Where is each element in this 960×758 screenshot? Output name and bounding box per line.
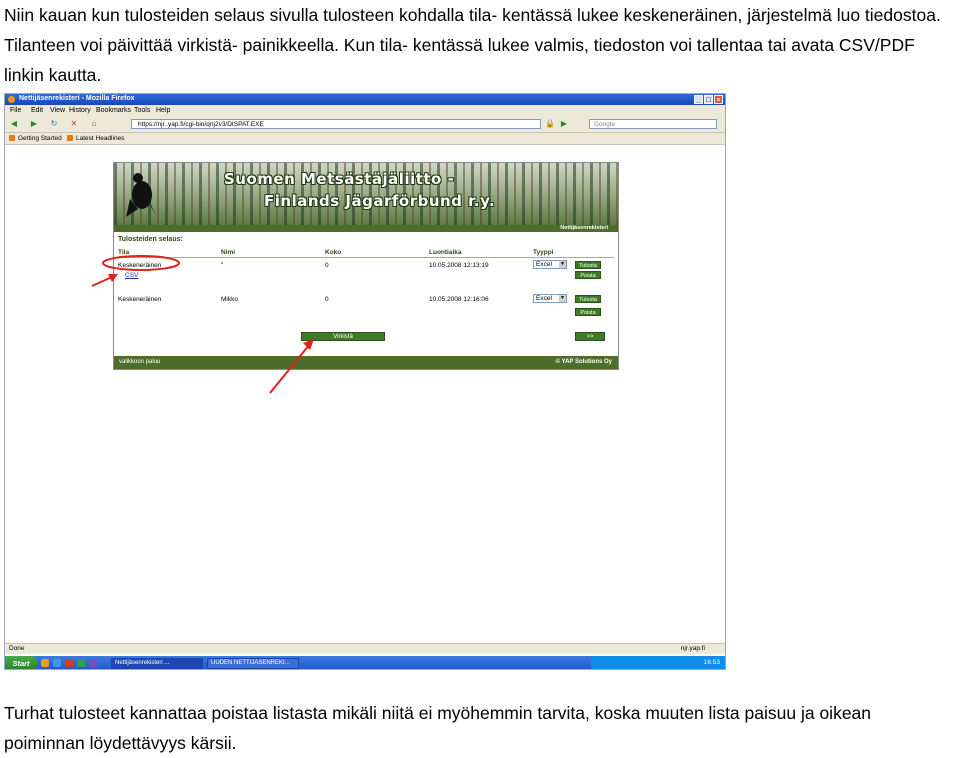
back-to-menu-link[interactable]: valikkoon paluu [119, 359, 160, 365]
row2-type-select[interactable]: Excel ▼ [533, 294, 567, 303]
reload-icon[interactable]: ↻ [49, 119, 59, 129]
intro-paragraph: Niin kauan kun tulosteiden selaus sivull… [4, 5, 941, 85]
csv-link[interactable]: CSV [125, 272, 138, 279]
capercaillie-logo-icon [126, 173, 156, 217]
section-title: Tulosteiden selaus: [118, 236, 183, 243]
search-input[interactable]: Google [589, 119, 717, 129]
row1-nimi: " [221, 262, 224, 269]
title-bar: Nettijäsenrekisteri - Mozilla Firefox _ … [5, 94, 725, 105]
row1-print-button[interactable]: Tulosta [575, 261, 601, 269]
system-tray: 16:53 [591, 656, 725, 669]
quicklaunch-icon[interactable] [65, 659, 73, 667]
menu-bar: File Edit View History Bookmarks Tools H… [5, 105, 725, 116]
chevron-down-icon: ▼ [559, 295, 566, 302]
windows-taskbar: Start Nettijäsenrekisteri ... UUDEN NETT… [5, 656, 725, 669]
browser-window-screenshot: Nettijäsenrekisteri - Mozilla Firefox _ … [4, 93, 726, 670]
bookmarks-toolbar: Getting Started Latest Headlines [5, 133, 725, 145]
forward-icon[interactable]: ▶ [29, 119, 39, 129]
quicklaunch-icon[interactable] [53, 659, 61, 667]
start-button[interactable]: Start [5, 656, 37, 669]
status-bar: Done njr.yap.fi [5, 643, 725, 654]
navigation-toolbar: ◀ ▶ ↻ ✕ ⌂ https://njr..yap.fi/cgi-bin/qn… [5, 116, 725, 133]
outro-paragraph: Turhat tulosteet kannattaa poistaa lista… [4, 703, 872, 753]
go-icon[interactable]: ▶ [559, 119, 569, 129]
quicklaunch-icon[interactable] [89, 659, 97, 667]
row1-luontiaika: 10.05.2008 12:13:19 [429, 262, 489, 269]
col-header-tila: Tila [118, 249, 130, 256]
status-text: Done [9, 645, 25, 652]
menu-bookmarks[interactable]: Bookmarks [96, 107, 131, 114]
refresh-button[interactable]: Virkistä [301, 332, 385, 341]
menu-edit[interactable]: Edit [31, 107, 43, 114]
quicklaunch-icon[interactable] [77, 659, 85, 667]
quicklaunch-icon[interactable] [41, 659, 49, 667]
lock-icon: 🔒 [545, 119, 555, 128]
menu-view[interactable]: View [50, 107, 65, 114]
row2-print-button[interactable]: Tulosta [575, 295, 601, 303]
menu-help[interactable]: Help [156, 107, 170, 114]
back-icon[interactable]: ◀ [9, 119, 19, 129]
bookmark-getting-started[interactable]: Getting Started [9, 135, 62, 142]
url-bar[interactable]: https://njr..yap.fi/cgi-bin/qnj2v3/DISPA… [131, 119, 541, 129]
row2-koko: 0 [325, 296, 329, 303]
bookmark-icon [9, 135, 15, 142]
row2-luontiaika: 10.05.2008 12:16:06 [429, 296, 489, 303]
maximize-icon[interactable]: □ [704, 95, 713, 104]
chevron-down-icon: ▼ [559, 261, 566, 268]
user-bar: Nettijäsenrekisteri [114, 225, 618, 232]
banner-title: Suomen Metsästäjäliitto - Finlands Jägar… [224, 170, 496, 210]
status-host: njr.yap.fi [680, 645, 705, 652]
banner-image: Suomen Metsästäjäliitto - Finlands Jägar… [114, 163, 618, 225]
stop-icon[interactable]: ✕ [69, 119, 79, 129]
copyright: © YAP Solutions Oy [555, 359, 612, 365]
menu-file[interactable]: File [10, 107, 21, 114]
row1-delete-button[interactable]: Poista [575, 271, 601, 279]
menu-history[interactable]: History [69, 107, 91, 114]
col-header-nimi: Nimi [221, 249, 236, 256]
row2-delete-button[interactable]: Poista [575, 308, 601, 316]
col-header-tyyppi: Tyyppi [533, 249, 554, 256]
header-divider [118, 257, 614, 258]
row2-tila: Keskeneräinen [118, 296, 162, 303]
home-icon[interactable]: ⌂ [89, 119, 99, 129]
row2-nimi: Mikko [221, 296, 238, 303]
menu-tools[interactable]: Tools [134, 107, 150, 114]
bookmark-latest-headlines[interactable]: Latest Headlines [67, 135, 124, 142]
taskbar-item-word[interactable]: UUDEN NETTIJÄSENREKI... [207, 658, 299, 669]
page-footer: valikkoon paluu © YAP Solutions Oy [114, 356, 618, 369]
close-icon[interactable]: × [714, 95, 723, 104]
row1-type-select[interactable]: Excel ▼ [533, 260, 567, 269]
window-title: Nettijäsenrekisteri - Mozilla Firefox [19, 95, 135, 102]
next-page-button[interactable]: >> [575, 332, 605, 341]
rss-icon [67, 135, 73, 142]
row1-tila: Keskeneräinen [118, 262, 162, 269]
firefox-icon [8, 96, 15, 103]
col-header-luontiaika: Luontiaika [429, 249, 462, 256]
minimize-icon[interactable]: _ [694, 95, 703, 104]
row1-koko: 0 [325, 262, 329, 269]
taskbar-item-firefox[interactable]: Nettijäsenrekisteri ... [111, 658, 203, 669]
clock: 16:53 [703, 659, 720, 666]
col-header-koko: Koko [325, 249, 342, 256]
web-page: Suomen Metsästäjäliitto - Finlands Jägar… [113, 162, 619, 370]
